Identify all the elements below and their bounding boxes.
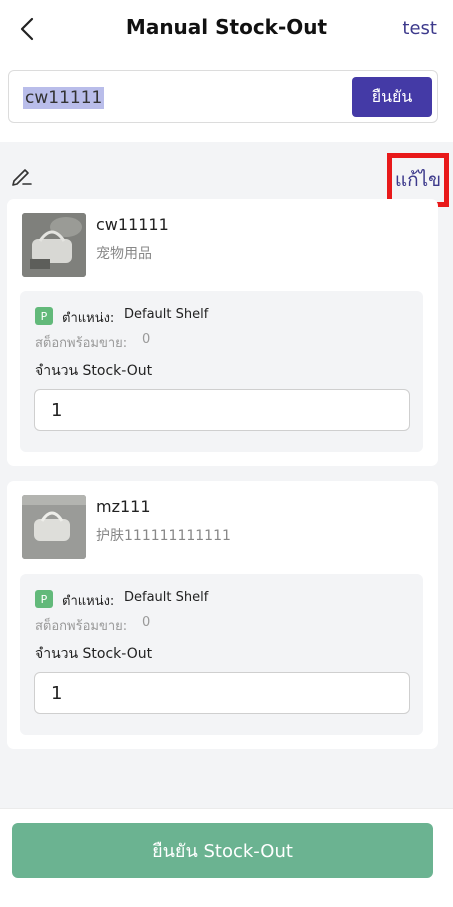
product-code: cw11111 (96, 215, 169, 234)
location-badge: P (35, 590, 53, 608)
search-area: cw11111 ยืนยัน (0, 58, 453, 142)
available-value: 0 (142, 332, 151, 347)
search-input[interactable]: cw11111 (23, 87, 105, 109)
product-code: mz111 (96, 497, 151, 516)
confirm-button[interactable]: ยืนยัน (352, 77, 432, 117)
quantity-input[interactable]: 1 (34, 389, 410, 431)
search-box: cw11111 ยืนยัน (8, 70, 438, 123)
pencil-icon[interactable] (10, 164, 34, 188)
available-value: 0 (142, 615, 151, 630)
product-name: 护肤111111111111 (96, 528, 231, 544)
location-value: Default Shelf (124, 590, 209, 605)
stock-panel: P ตำแหน่ง: Default Shelf สต็อกพร้อมขาย: … (20, 291, 423, 452)
stock-panel: P ตำแหน่ง: Default Shelf สต็อกพร้อมขาย: … (20, 574, 423, 735)
quantity-input[interactable]: 1 (34, 672, 410, 714)
location-value: Default Shelf (124, 307, 209, 322)
quantity-value: 1 (51, 683, 63, 704)
quantity-label: จำนวน Stock-Out (35, 646, 153, 662)
toolbar-row: แก้ไข (0, 150, 453, 207)
product-card: mz111 护肤111111111111 P ตำแหน่ง: Default … (7, 481, 438, 749)
product-name: 宠物用品 (96, 246, 152, 262)
submit-stock-out-button[interactable]: ยืนยัน Stock-Out (12, 823, 433, 878)
location-label: ตำแหน่ง: (62, 594, 115, 609)
available-label: สต็อกพร้อมขาย: (35, 336, 128, 351)
location-badge: P (35, 307, 53, 325)
location-label: ตำแหน่ง: (62, 311, 115, 326)
quantity-label: จำนวน Stock-Out (35, 363, 153, 379)
header-right-link[interactable]: test (402, 18, 437, 39)
page-title: Manual Stock-Out (125, 15, 328, 39)
header: Manual Stock-Out test (0, 0, 453, 58)
available-label: สต็อกพร้อมขาย: (35, 619, 128, 634)
footer: ยืนยัน Stock-Out (0, 808, 453, 907)
product-card: cw11111 宠物用品 P ตำแหน่ง: Default Shelf สต… (7, 199, 438, 466)
product-image (22, 495, 86, 559)
quantity-value: 1 (51, 400, 63, 421)
product-image (22, 213, 86, 277)
